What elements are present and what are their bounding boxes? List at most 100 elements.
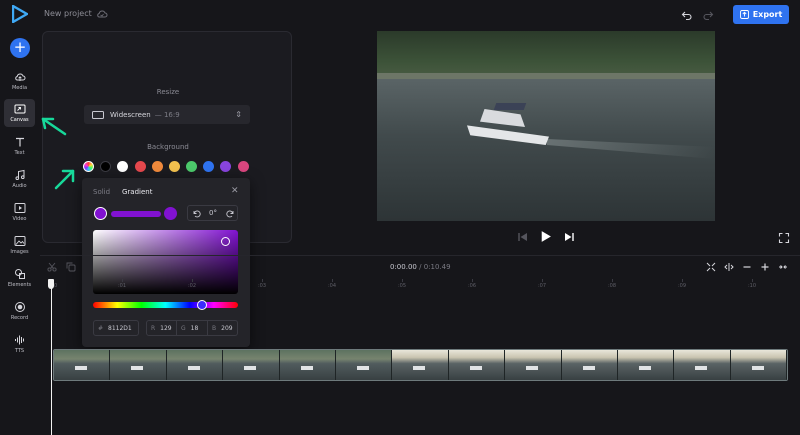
hex-value: 8112D1	[108, 324, 132, 332]
sidebar-item-label: TTS	[14, 348, 25, 354]
swatch-red[interactable]	[135, 161, 146, 172]
green-label: G	[181, 324, 186, 332]
green-input[interactable]: G 18	[177, 320, 208, 336]
clip-frame	[223, 350, 280, 380]
image-icon	[14, 236, 25, 246]
export-upload-icon	[739, 10, 749, 19]
ruler-tick-label: :04	[328, 283, 337, 289]
ruler-tick	[332, 279, 333, 282]
sidebar-item-elements[interactable]: Elements	[4, 264, 35, 292]
fit-timeline-icon[interactable]	[706, 262, 716, 272]
swatch-orange[interactable]	[152, 161, 163, 172]
red-input[interactable]: R 129	[146, 320, 177, 336]
swatch-yellow[interactable]	[169, 161, 180, 172]
sidebar-item-audio[interactable]: Audio	[4, 165, 35, 193]
ruler-tick-label: :10	[748, 283, 757, 289]
fullscreen-icon[interactable]	[778, 232, 790, 244]
rotate-right-icon[interactable]	[226, 209, 235, 218]
swatch-pink[interactable]	[238, 161, 249, 172]
sidebar-item-text[interactable]: Text	[4, 132, 35, 160]
swatch-black[interactable]	[100, 161, 111, 172]
annotation-arrow-canvas-icon	[41, 117, 67, 136]
hex-input[interactable]: # 8112D1	[93, 320, 139, 336]
blue-input[interactable]: B 209	[208, 320, 238, 336]
sidebar-item-record[interactable]: Record	[4, 297, 35, 325]
top-bar: New project Export	[0, 0, 800, 30]
color-picker-popover: Solid Gradient ✕ 0° # 8112D1 R 129 G 18 …	[82, 178, 250, 347]
add-media-button[interactable]: +	[10, 38, 30, 58]
swatch-custom-gradient[interactable]	[83, 161, 94, 172]
zoom-out-icon[interactable]	[742, 262, 752, 272]
export-label: Export	[752, 10, 783, 19]
ruler-tick-label: :08	[608, 283, 617, 289]
clip-frame	[561, 350, 618, 380]
current-time: 0:00.00	[390, 263, 417, 271]
sidebar-item-label: Canvas	[10, 117, 29, 123]
video-clip[interactable]	[53, 349, 788, 381]
swatch-white[interactable]	[117, 161, 128, 172]
sidebar-item-tts[interactable]: TTS	[4, 330, 35, 358]
ruler-tick-label: :03	[258, 283, 267, 289]
resize-ratio: — 16:9	[154, 110, 180, 119]
resize-select[interactable]: Widescreen — 16:9 ⇕	[84, 105, 250, 124]
gradient-angle-control: 0°	[187, 205, 238, 221]
gradient-preview-bar	[111, 211, 161, 217]
swatch-blue[interactable]	[203, 161, 214, 172]
undo-icon[interactable]	[681, 9, 693, 21]
ruler-tick	[402, 279, 403, 282]
split-view-icon[interactable]	[724, 262, 734, 272]
clip-frame	[110, 350, 167, 380]
hue-slider[interactable]	[93, 302, 238, 308]
hue-slider-thumb[interactable]	[197, 300, 207, 310]
sidebar-item-media[interactable]: Media	[4, 67, 35, 95]
redo-icon[interactable]	[702, 9, 714, 21]
saturation-thumb[interactable]	[221, 237, 230, 246]
ruler-tick	[262, 279, 263, 282]
scissors-icon[interactable]	[47, 262, 57, 272]
gradient-angle-value[interactable]: 0°	[209, 209, 217, 217]
sidebar-item-label: Elements	[7, 282, 32, 288]
close-icon[interactable]: ✕	[231, 186, 239, 196]
swatch-green[interactable]	[186, 161, 197, 172]
ruler-tick	[612, 279, 613, 282]
sidebar-item-canvas[interactable]: Canvas	[4, 99, 35, 127]
clip-frame	[166, 350, 224, 380]
playhead-handle[interactable]	[48, 279, 54, 289]
skip-forward-icon[interactable]	[563, 231, 575, 243]
export-button[interactable]: Export	[733, 5, 789, 24]
cloud-sync-icon	[97, 10, 108, 18]
clip-frame	[335, 350, 393, 380]
clip-frame	[279, 350, 336, 380]
music-note-icon	[15, 169, 25, 180]
project-title[interactable]: New project	[44, 9, 92, 18]
clip-frame	[505, 350, 562, 380]
timeline-ruler[interactable]: 0 :01 :02 :03 :04 :05 :06 :07 :08 :09 :1…	[52, 279, 800, 293]
play-icon[interactable]	[539, 230, 552, 243]
gradient-start-stop[interactable]	[94, 207, 107, 220]
ruler-tick-label: :05	[398, 283, 407, 289]
rotate-left-icon[interactable]	[192, 209, 201, 218]
left-sidebar: + Media Canvas Text Audio Video Images E…	[0, 30, 40, 435]
ruler-tick	[122, 279, 123, 282]
clip-frame	[54, 350, 111, 380]
duplicate-icon[interactable]	[66, 262, 76, 272]
collapse-icon[interactable]	[778, 262, 788, 272]
video-editor-app: New project Export + Media Canvas Text A…	[0, 0, 800, 435]
sidebar-item-images[interactable]: Images	[4, 231, 35, 259]
tab-solid[interactable]: Solid	[93, 188, 110, 196]
sidebar-item-video[interactable]: Video	[4, 198, 35, 226]
sidebar-item-label: Audio	[12, 183, 27, 189]
chevron-updown-icon: ⇕	[235, 110, 242, 119]
tab-gradient[interactable]: Gradient	[122, 188, 152, 196]
clip-frame	[730, 350, 787, 380]
skip-back-icon[interactable]	[517, 231, 529, 243]
gradient-end-stop[interactable]	[164, 207, 177, 220]
swatch-purple[interactable]	[220, 161, 231, 172]
playhead-line[interactable]	[51, 286, 52, 435]
upload-cloud-icon	[14, 73, 25, 81]
video-preview[interactable]	[377, 31, 715, 221]
zoom-in-icon[interactable]	[760, 262, 770, 272]
app-logo-icon[interactable]	[12, 5, 28, 23]
red-label: R	[151, 324, 156, 332]
annotation-arrow-swatch-icon	[54, 169, 75, 190]
